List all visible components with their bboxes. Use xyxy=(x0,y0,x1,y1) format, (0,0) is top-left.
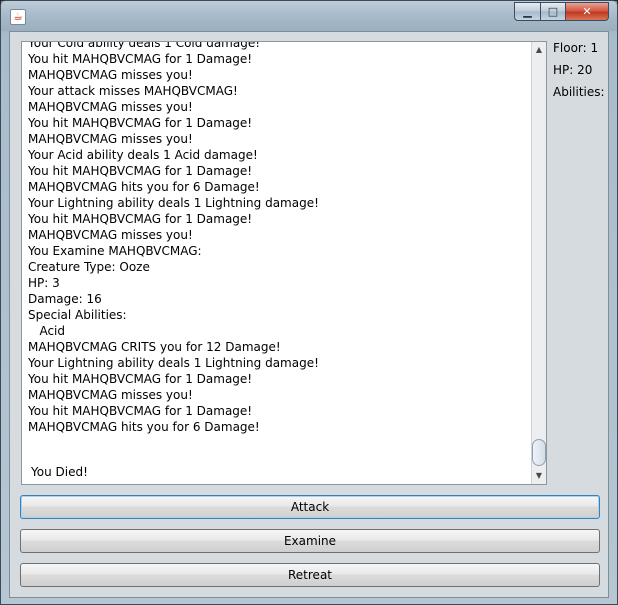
log-line: You hit MAHQBVCMAG for 1 Damage! xyxy=(28,212,253,226)
minimize-icon: ▁ xyxy=(523,5,532,18)
scroll-thumb[interactable] xyxy=(532,439,546,466)
log-line: You hit MAHQBVCMAG for 1 Damage! xyxy=(28,52,253,66)
log-line: You hit MAHQBVCMAG for 1 Damage! xyxy=(28,164,253,178)
close-button[interactable]: ✕ xyxy=(565,2,609,21)
log-line: Your Acid ability deals 1 Acid damage! xyxy=(28,148,258,162)
hp-label: HP: 20 xyxy=(553,63,593,77)
close-icon: ✕ xyxy=(582,5,592,18)
scroll-up-icon[interactable]: ▲ xyxy=(532,43,546,57)
log-line: Special Abilities: xyxy=(28,308,127,322)
log-line: MAHQBVCMAG misses you! xyxy=(28,100,193,114)
log-line: MAHQBVCMAG misses you! xyxy=(28,388,193,402)
maximize-icon: □ xyxy=(547,5,559,18)
java-cup-icon[interactable]: ☕ xyxy=(10,9,26,25)
stats-panel: Floor: 1 HP: 20 Abilities: xyxy=(553,40,609,106)
content-pane: Your Cold ability deals 1 Cold damage! Yo… xyxy=(9,31,609,598)
log-line: MAHQBVCMAG misses you! xyxy=(28,68,193,82)
log-line: MAHQBVCMAG hits you for 6 Damage! xyxy=(28,420,260,434)
floor-label: Floor: 1 xyxy=(553,41,599,55)
combat-log-lines: Your Cold ability deals 1 Cold damage! Yo… xyxy=(28,41,524,435)
examine-button[interactable]: Examine xyxy=(20,529,600,553)
window-controls: ▁ □ ✕ xyxy=(514,2,609,22)
log-line: Your Lightning ability deals 1 Lightning… xyxy=(28,196,319,210)
log-line: You hit MAHQBVCMAG for 1 Damage! xyxy=(28,372,253,386)
game-window: ☕ ▁ □ ✕ Your Cold ability deals 1 Cold d… xyxy=(0,0,618,605)
log-line: Acid xyxy=(28,324,65,338)
log-line: Creature Type: Ooze xyxy=(28,260,150,274)
maximize-button[interactable]: □ xyxy=(540,2,565,21)
log-line: You Examine MAHQBVCMAG: xyxy=(28,244,202,258)
title-bar[interactable]: ☕ ▁ □ ✕ xyxy=(1,1,617,31)
minimize-button[interactable]: ▁ xyxy=(514,2,540,21)
death-message: You Died! xyxy=(31,465,88,479)
scroll-down-icon[interactable]: ▼ xyxy=(532,469,546,483)
log-line: MAHQBVCMAG hits you for 6 Damage! xyxy=(28,180,260,194)
log-line: MAHQBVCMAG misses you! xyxy=(28,228,193,242)
log-line: Your attack misses MAHQBVCMAG! xyxy=(28,84,238,98)
log-scrollbar[interactable]: ▲ ▼ xyxy=(531,42,546,484)
log-line: MAHQBVCMAG misses you! xyxy=(28,132,193,146)
log-line: You hit MAHQBVCMAG for 1 Damage! xyxy=(28,116,253,130)
log-line: Damage: 16 xyxy=(28,292,102,306)
retreat-button[interactable]: Retreat xyxy=(20,563,600,587)
attack-button[interactable]: Attack xyxy=(20,495,600,519)
combat-log[interactable]: Your Cold ability deals 1 Cold damage! Yo… xyxy=(21,41,547,485)
abilities-label: Abilities: xyxy=(553,85,605,99)
log-line: Your Lightning ability deals 1 Lightning… xyxy=(28,356,319,370)
log-line: Your Cold ability deals 1 Cold damage! xyxy=(28,41,261,50)
log-line: HP: 3 xyxy=(28,276,60,290)
log-line: You hit MAHQBVCMAG for 1 Damage! xyxy=(28,404,253,418)
log-line: MAHQBVCMAG CRITS you for 12 Damage! xyxy=(28,340,281,354)
